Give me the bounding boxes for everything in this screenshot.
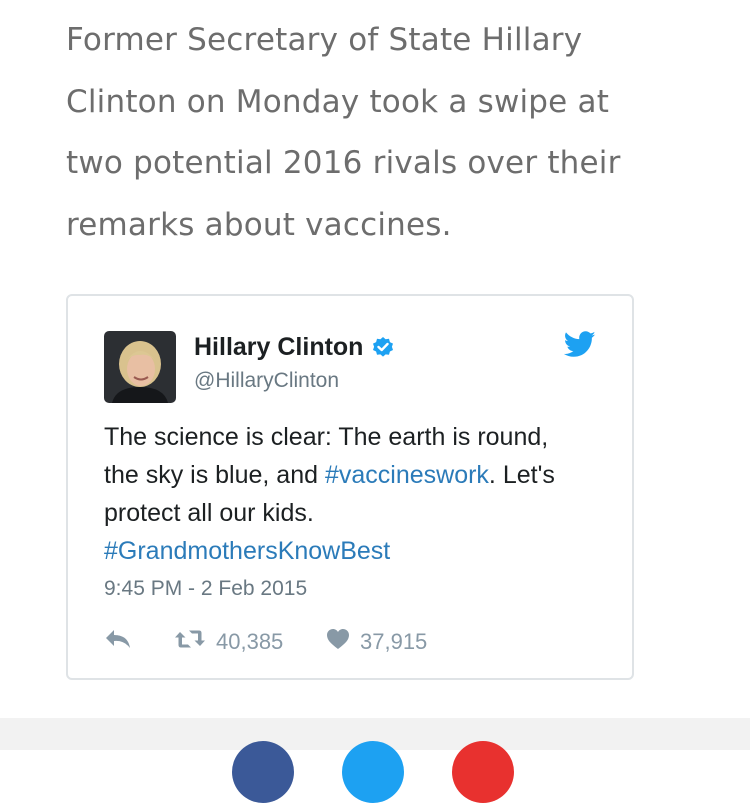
reply-icon — [104, 628, 142, 656]
twitter-bird-icon[interactable] — [563, 331, 596, 363]
share-button[interactable] — [452, 741, 514, 803]
author-name[interactable]: Hillary Clinton — [194, 333, 395, 362]
tweet-timestamp-link[interactable]: 9:45 PM - 2 Feb 2015 — [104, 577, 307, 601]
facebook-share-button[interactable] — [232, 741, 294, 803]
heart-icon — [326, 628, 360, 656]
article-paragraph: Former Secretary of State Hillary Clinto… — [66, 22, 621, 243]
like-count: 37,915 — [360, 629, 428, 654]
author-name-text: Hillary Clinton — [194, 333, 364, 361]
author-handle[interactable]: @HillaryClinton — [194, 369, 339, 393]
like-button[interactable]: 37,915 — [326, 628, 427, 656]
hashtag-link[interactable]: #GrandmothersKnowBest — [104, 537, 390, 565]
reply-button[interactable] — [104, 628, 174, 656]
embedded-tweet-card[interactable]: Hillary Clinton @HillaryClinton The scie… — [66, 294, 634, 680]
author-avatar[interactable] — [104, 331, 176, 403]
twitter-share-button[interactable] — [342, 741, 404, 803]
retweet-count: 40,385 — [216, 629, 284, 654]
verified-badge-icon — [371, 336, 395, 360]
retweet-button[interactable]: 40,385 — [174, 628, 326, 656]
tweet-actions: 40,385 37,915 — [104, 626, 427, 658]
hashtag-link[interactable]: #vaccineswork — [325, 461, 489, 489]
retweet-icon — [174, 628, 216, 656]
tweet-text: The science is clear: The earth is round… — [104, 418, 574, 570]
